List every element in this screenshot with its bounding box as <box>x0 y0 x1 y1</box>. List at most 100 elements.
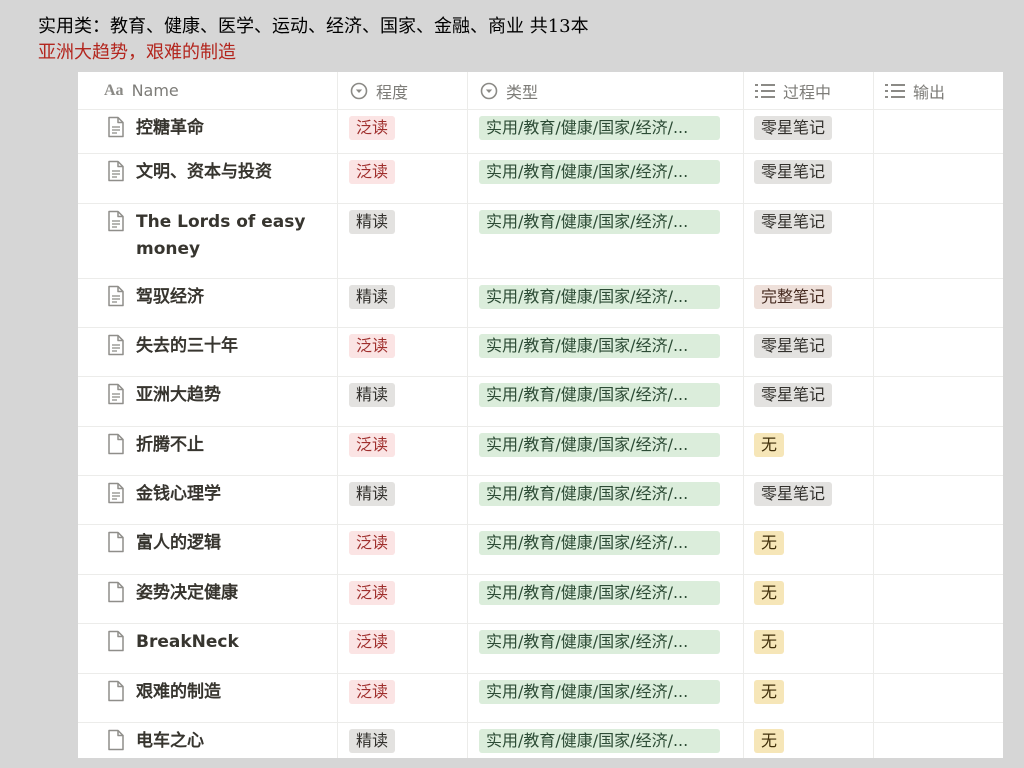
row-title[interactable]: 亚洲大趋势 <box>136 382 326 409</box>
level-tag[interactable]: 泛读 <box>349 433 396 457</box>
level-tag[interactable]: 精读 <box>349 729 396 753</box>
type-tag[interactable]: 实用/教育/健康/国家/经济/... <box>479 160 720 184</box>
name-cell[interactable]: 折腾不止 <box>78 427 337 476</box>
process-tag[interactable]: 零星笔记 <box>754 383 833 407</box>
select-icon <box>480 82 498 100</box>
column-header-output[interactable]: 输出 <box>885 72 945 109</box>
type-tag[interactable]: 实用/教育/健康/国家/经济/... <box>479 285 720 309</box>
name-cell[interactable]: 姿势决定健康 <box>78 575 337 624</box>
type-tag[interactable]: 实用/教育/健康/国家/经济/... <box>479 630 720 654</box>
name-cell[interactable]: BreakNeck <box>78 624 337 674</box>
output-cell[interactable] <box>874 624 1003 674</box>
table-row[interactable]: 电车之心 精读 实用/教育/健康/国家/经济/... 无 <box>78 723 1003 758</box>
name-cell[interactable]: 亚洲大趋势 <box>78 377 337 427</box>
level-tag[interactable]: 精读 <box>349 383 396 407</box>
row-title[interactable]: The Lords of easy money <box>136 209 326 263</box>
output-cell[interactable] <box>874 723 1003 758</box>
output-cell[interactable] <box>874 154 1003 204</box>
output-cell[interactable] <box>874 279 1003 328</box>
process-tag[interactable]: 无 <box>754 680 785 704</box>
table-row[interactable]: 金钱心理学 精读 实用/教育/健康/国家/经济/... 零星笔记 <box>78 476 1003 525</box>
table-row[interactable]: The Lords of easy money 精读 实用/教育/健康/国家/经济/… <box>78 204 1003 279</box>
process-tag[interactable]: 零星笔记 <box>754 482 833 506</box>
process-tag[interactable]: 零星笔记 <box>754 334 833 358</box>
row-title[interactable]: 富人的逻辑 <box>136 530 326 557</box>
type-tag[interactable]: 实用/教育/健康/国家/经济/... <box>479 531 720 555</box>
type-tag[interactable]: 实用/教育/健康/国家/经济/... <box>479 334 720 358</box>
row-title[interactable]: 失去的三十年 <box>136 333 326 360</box>
output-cell[interactable] <box>874 110 1003 154</box>
output-cell[interactable] <box>874 204 1003 279</box>
type-tag[interactable]: 实用/教育/健康/国家/经济/... <box>479 116 720 140</box>
table-row[interactable]: 艰难的制造 泛读 实用/教育/健康/国家/经济/... 无 <box>78 674 1003 723</box>
level-tag[interactable]: 泛读 <box>349 160 396 184</box>
table-row[interactable]: 姿势决定健康 泛读 实用/教育/健康/国家/经济/... 无 <box>78 575 1003 624</box>
process-tag[interactable]: 零星笔记 <box>754 116 833 140</box>
name-cell[interactable]: 控糖革命 <box>78 110 337 154</box>
column-header-process[interactable]: 过程中 <box>755 72 831 109</box>
table-row[interactable]: 控糖革命 泛读 实用/教育/健康/国家/经济/... 零星笔记 <box>78 110 1003 154</box>
type-tag[interactable]: 实用/教育/健康/国家/经济/... <box>479 383 720 407</box>
output-cell[interactable] <box>874 525 1003 575</box>
name-cell[interactable]: 金钱心理学 <box>78 476 337 525</box>
row-title[interactable]: BreakNeck <box>136 629 326 656</box>
level-tag[interactable]: 泛读 <box>349 116 396 140</box>
level-tag[interactable]: 精读 <box>349 285 396 309</box>
process-tag[interactable]: 零星笔记 <box>754 160 833 184</box>
table-row[interactable]: 驾驭经济 精读 实用/教育/健康/国家/经济/... 完整笔记 <box>78 279 1003 328</box>
name-cell[interactable]: 失去的三十年 <box>78 328 337 377</box>
output-cell[interactable] <box>874 575 1003 624</box>
name-cell[interactable]: 驾驭经济 <box>78 279 337 328</box>
table-row[interactable]: 失去的三十年 泛读 实用/教育/健康/国家/经济/... 零星笔记 <box>78 328 1003 377</box>
row-title[interactable]: 文明、资本与投资 <box>136 159 326 186</box>
row-title[interactable]: 艰难的制造 <box>136 679 326 706</box>
type-tag[interactable]: 实用/教育/健康/国家/经济/... <box>479 581 720 605</box>
column-header-name[interactable]: Aa Name <box>104 72 179 109</box>
row-title[interactable]: 姿势决定健康 <box>136 580 326 607</box>
row-title[interactable]: 折腾不止 <box>136 432 326 459</box>
table-row[interactable]: 折腾不止 泛读 实用/教育/健康/国家/经济/... 无 <box>78 427 1003 476</box>
name-cell[interactable]: 富人的逻辑 <box>78 525 337 575</box>
type-tag[interactable]: 实用/教育/健康/国家/经济/... <box>479 433 720 457</box>
process-tag[interactable]: 完整笔记 <box>754 285 833 309</box>
row-title[interactable]: 控糖革命 <box>136 115 326 142</box>
row-title[interactable]: 金钱心理学 <box>136 481 326 508</box>
column-header-level[interactable]: 程度 <box>350 72 408 109</box>
table-row[interactable]: 富人的逻辑 泛读 实用/教育/健康/国家/经济/... 无 <box>78 525 1003 575</box>
output-cell[interactable] <box>874 674 1003 723</box>
process-tag[interactable]: 无 <box>754 531 785 555</box>
process-tag[interactable]: 零星笔记 <box>754 210 833 234</box>
level-tag[interactable]: 泛读 <box>349 630 396 654</box>
process-tag[interactable]: 无 <box>754 729 785 753</box>
type-tag[interactable]: 实用/教育/健康/国家/经济/... <box>479 680 720 704</box>
type-tag[interactable]: 实用/教育/健康/国家/经济/... <box>479 210 720 234</box>
output-cell[interactable] <box>874 377 1003 427</box>
row-title[interactable]: 驾驭经济 <box>136 284 326 311</box>
document-icon <box>106 160 126 186</box>
name-cell[interactable]: The Lords of easy money <box>78 204 337 279</box>
name-cell[interactable]: 电车之心 <box>78 723 337 758</box>
process-tag[interactable]: 无 <box>754 630 785 654</box>
process-tag[interactable]: 无 <box>754 433 785 457</box>
table-row[interactable]: 文明、资本与投资 泛读 实用/教育/健康/国家/经济/... 零星笔记 <box>78 154 1003 204</box>
output-cell[interactable] <box>874 476 1003 525</box>
column-header-label: 过程中 <box>783 82 832 102</box>
output-cell[interactable] <box>874 328 1003 377</box>
process-tag[interactable]: 无 <box>754 581 785 605</box>
document-icon <box>106 630 126 656</box>
level-tag[interactable]: 泛读 <box>349 581 396 605</box>
level-tag[interactable]: 精读 <box>349 210 396 234</box>
type-tag[interactable]: 实用/教育/健康/国家/经济/... <box>479 482 720 506</box>
level-tag[interactable]: 精读 <box>349 482 396 506</box>
name-cell[interactable]: 文明、资本与投资 <box>78 154 337 204</box>
row-title[interactable]: 电车之心 <box>136 728 326 755</box>
level-tag[interactable]: 泛读 <box>349 680 396 704</box>
output-cell[interactable] <box>874 427 1003 476</box>
table-row[interactable]: BreakNeck 泛读 实用/教育/健康/国家/经济/... 无 <box>78 624 1003 674</box>
table-row[interactable]: 亚洲大趋势 精读 实用/教育/健康/国家/经济/... 零星笔记 <box>78 377 1003 427</box>
column-header-type[interactable]: 类型 <box>480 72 538 109</box>
level-tag[interactable]: 泛读 <box>349 334 396 358</box>
level-tag[interactable]: 泛读 <box>349 531 396 555</box>
name-cell[interactable]: 艰难的制造 <box>78 674 337 723</box>
type-tag[interactable]: 实用/教育/健康/国家/经济/... <box>479 729 720 753</box>
